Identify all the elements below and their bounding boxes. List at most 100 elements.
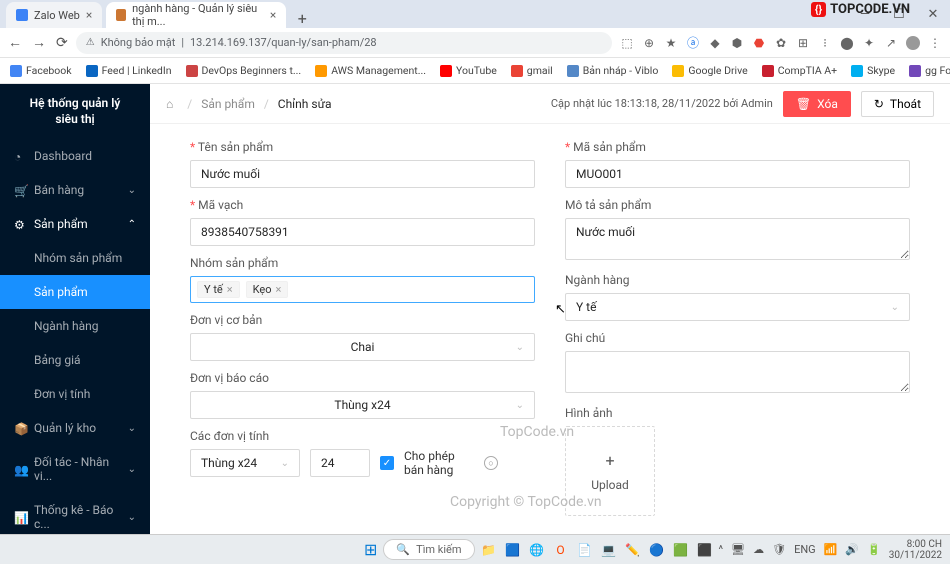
tray-chevron-icon[interactable]: ^ <box>719 543 724 556</box>
ext-icon[interactable]: ⁝ <box>818 36 832 50</box>
tray-icon[interactable]: 🛡 <box>772 543 786 556</box>
browser-tab[interactable]: ngành hàng - Quản lý siêu thị m... × <box>106 2 286 28</box>
barcode-input[interactable] <box>190 218 535 246</box>
reload-icon[interactable]: ⟳ <box>56 35 68 51</box>
tray-icon[interactable]: 🖥 <box>731 543 745 556</box>
group-multiselect[interactable]: Y tế× Kẹo× <box>190 276 535 303</box>
unit-select[interactable]: Thùng x24⌄ <box>190 449 300 477</box>
wifi-icon[interactable]: 📶 <box>824 543 838 556</box>
sidebar-item-sales[interactable]: 🛒Bán hàng⌄ <box>0 173 150 207</box>
profile-avatar[interactable] <box>906 36 920 50</box>
bookmark[interactable]: Facebook <box>10 64 72 77</box>
taskbar-search[interactable]: 🔍Tìm kiếm <box>383 539 474 560</box>
sidebar-sub-categories[interactable]: Ngành hàng <box>0 309 150 343</box>
back-icon[interactable]: ← <box>8 34 22 51</box>
updated-label: Cập nhật lúc 18:13:18, 28/11/2022 bởi Ad… <box>551 97 773 110</box>
taskbar-app-icon[interactable]: 🟦 <box>505 542 521 558</box>
ext-icon[interactable]: ⬚ <box>620 36 634 50</box>
bookmark[interactable]: gmail <box>511 64 553 77</box>
ext-icon[interactable]: ⬢ <box>730 36 744 50</box>
breadcrumb-link[interactable]: Sản phẩm <box>201 97 255 111</box>
ext-icon[interactable]: ★ <box>664 36 678 50</box>
bookmark-icon <box>86 65 98 77</box>
bookmark[interactable]: AWS Management... <box>315 64 426 77</box>
taskbar-clock[interactable]: 8:00 CH 30/11/2022 <box>889 539 942 561</box>
taskbar-app-icon[interactable]: O <box>553 542 569 558</box>
bookmark-icon <box>851 65 863 77</box>
tag-remove-icon[interactable]: × <box>227 283 233 296</box>
url-input[interactable]: ⚠ Không bảo mật | 13.214.169.137/quan-ly… <box>76 32 612 54</box>
sidebar-item-reports[interactable]: 📊Thống kê - Báo c...⌄ <box>0 493 150 534</box>
name-input[interactable] <box>190 160 535 188</box>
taskbar-app-icon[interactable]: 📁 <box>481 542 497 558</box>
exit-button[interactable]: ↻Thoát <box>861 91 934 117</box>
forward-icon[interactable]: → <box>32 34 46 51</box>
code-input[interactable] <box>565 160 910 188</box>
ext-icon[interactable]: ⊞ <box>796 36 810 50</box>
sidebar: Hệ thống quản lý siêu thị ◔Dashboard 🛒Bá… <box>0 84 150 534</box>
tag-remove-icon[interactable]: × <box>276 283 282 296</box>
taskbar-app-icon[interactable]: 🟩 <box>673 542 689 558</box>
sidebar-sub-product-groups[interactable]: Nhóm sản phẩm <box>0 241 150 275</box>
ext-icon[interactable]: ⓐ <box>686 36 700 50</box>
product-form: Tên sản phẩm Mã vạch Nhóm sản phẩm Y tế×… <box>150 124 950 534</box>
taskbar-app-icon[interactable]: 🔵 <box>649 542 665 558</box>
reportunit-select[interactable]: Thùng x24⌄ <box>190 391 535 419</box>
ext-icon[interactable]: ✿ <box>774 36 788 50</box>
bookmark[interactable]: YouTube <box>440 64 497 77</box>
bookmark[interactable]: DevOps Beginners t... <box>186 64 302 77</box>
taskbar-app-icon[interactable]: ✏️ <box>625 542 641 558</box>
bookmark[interactable]: Google Drive <box>672 64 747 77</box>
taskbar-app-icon[interactable]: 💻 <box>601 542 617 558</box>
close-icon[interactable]: × <box>270 8 276 22</box>
category-select[interactable]: Y tế⌄ <box>565 293 910 321</box>
ext-icon[interactable]: ✦ <box>862 36 876 50</box>
taskbar-app-icon[interactable]: 📄 <box>577 542 593 558</box>
tray-lang[interactable]: ENG <box>794 543 816 556</box>
sidebar-item-dashboard[interactable]: ◔Dashboard <box>0 139 150 173</box>
cart-icon: 🛒 <box>14 184 26 196</box>
volume-icon[interactable]: 🔊 <box>845 543 859 556</box>
ext-icon[interactable]: ↗ <box>884 36 898 50</box>
code-label: Mã sản phẩm <box>565 140 910 154</box>
home-icon[interactable]: ⌂ <box>166 97 173 111</box>
ext-icon[interactable]: ⊕ <box>642 36 656 50</box>
sidebar-item-products[interactable]: ⚙Sản phẩm⌃ <box>0 207 150 241</box>
sidebar-sub-pricing[interactable]: Bảng giá <box>0 343 150 377</box>
help-icon[interactable]: ○ <box>484 456 498 470</box>
desc-textarea[interactable]: Nước muối <box>565 218 910 260</box>
units-label: Các đơn vị tính <box>190 429 535 443</box>
image-upload[interactable]: + Upload <box>565 426 655 516</box>
allow-sale-checkbox[interactable]: ✓ <box>380 456 394 470</box>
sidebar-sub-products[interactable]: Sản phẩm <box>0 275 150 309</box>
start-icon[interactable]: ⊞ <box>364 540 377 559</box>
bookmark-icon <box>10 65 22 77</box>
sidebar-item-partners[interactable]: 👥Đối tác - Nhân vi...⌄ <box>0 445 150 493</box>
bookmark[interactable]: Bản nháp - Viblo <box>567 64 659 77</box>
close-window-icon[interactable]: ✕ <box>916 0 950 28</box>
bookmark[interactable]: CompTIA A+ <box>762 64 837 77</box>
sidebar-item-inventory[interactable]: 📦Quản lý kho⌄ <box>0 411 150 445</box>
battery-icon[interactable]: 🔋 <box>867 543 881 556</box>
ext-icon[interactable]: ◆ <box>708 36 722 50</box>
note-textarea[interactable] <box>565 351 910 393</box>
menu-icon[interactable]: ⋮ <box>928 36 942 50</box>
bookmark[interactable]: Skype <box>851 64 895 77</box>
delete-button[interactable]: 🗑Xóa <box>783 91 851 117</box>
taskbar-app-icon[interactable]: ⬛ <box>697 542 713 558</box>
close-icon[interactable]: × <box>86 8 92 22</box>
browser-tab[interactable]: Zalo Web × <box>6 2 102 28</box>
baseunit-select[interactable]: Chai⌄ <box>190 333 535 361</box>
ext-icon[interactable]: ⬤ <box>840 36 854 50</box>
tray-icon[interactable]: ☁ <box>753 543 764 556</box>
bookmark[interactable]: Feed | LinkedIn <box>86 64 172 77</box>
ext-icon[interactable]: ⬣ <box>752 36 766 50</box>
new-tab-button[interactable]: + <box>290 9 314 28</box>
topcode-icon: {} <box>811 2 826 17</box>
taskbar-app-icon[interactable]: 🌐 <box>529 542 545 558</box>
topcode-text: TOPCODE.VN <box>830 2 910 17</box>
sidebar-sub-units[interactable]: Đơn vị tính <box>0 377 150 411</box>
bookmark[interactable]: gg Form <box>909 64 950 77</box>
unit-qty-input[interactable] <box>310 449 370 477</box>
browser-tab-strip: Zalo Web × ngành hàng - Quản lý siêu thị… <box>0 0 950 28</box>
